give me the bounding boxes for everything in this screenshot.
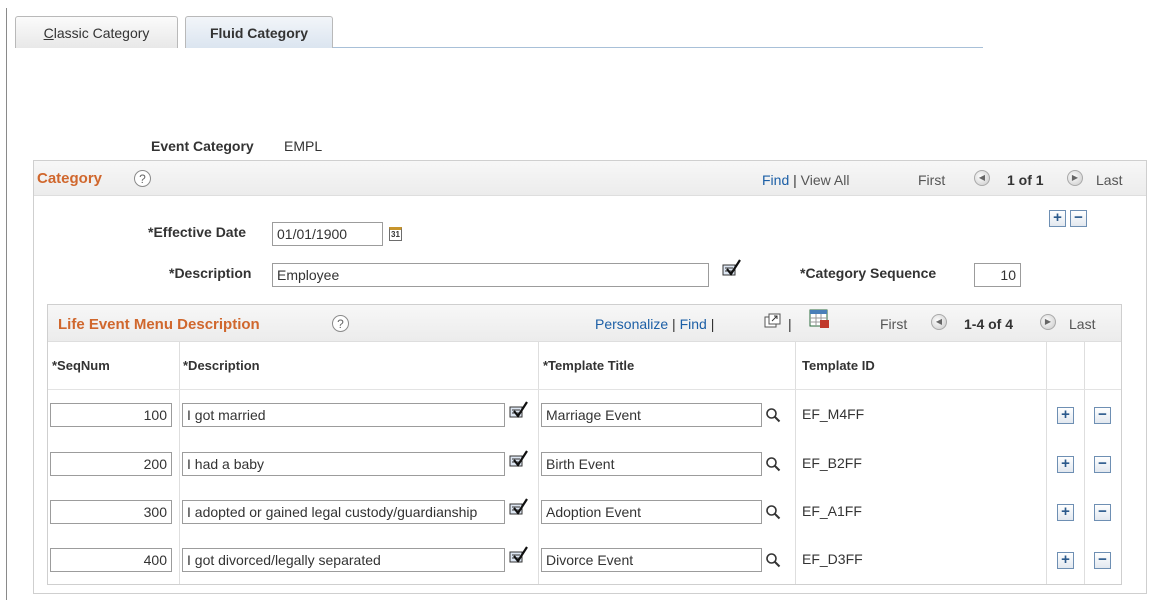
column-divider: [1046, 342, 1047, 584]
first-label: First: [918, 172, 946, 188]
column-divider: [179, 342, 180, 584]
template-id: EF_A1FF: [802, 503, 862, 519]
personalize-link[interactable]: Personalize: [595, 316, 668, 332]
next-arrow-icon[interactable]: ▶: [1067, 170, 1083, 186]
find-link[interactable]: Find: [680, 316, 707, 332]
effective-date-field[interactable]: [272, 222, 383, 246]
spell-check-icon[interactable]: [508, 546, 528, 564]
tab-classic-category[interactable]: Classic Category: [15, 16, 178, 48]
description-field[interactable]: [182, 452, 505, 476]
last-label: Last: [1096, 172, 1123, 188]
template-title-field[interactable]: [541, 500, 762, 524]
effective-date-label: *Effective Date: [148, 224, 247, 240]
column-header-template-id: Template ID: [802, 358, 875, 373]
seqnum-field[interactable]: [50, 548, 172, 572]
tab-classic-label-rest: lassic Category: [53, 25, 150, 41]
template-id: EF_M4FF: [802, 406, 865, 422]
first-label: First: [880, 316, 908, 332]
seqnum-field[interactable]: [50, 403, 172, 427]
seqnum-field[interactable]: [50, 500, 172, 524]
template-title-field[interactable]: [541, 548, 762, 572]
tab-access-key: C: [43, 25, 54, 41]
description-label: *Description: [169, 265, 252, 281]
find-link[interactable]: Find: [762, 172, 789, 188]
category-nav: Find | View All: [762, 172, 849, 188]
add-row-button[interactable]: +: [1049, 210, 1066, 227]
spell-check-icon[interactable]: [508, 450, 528, 468]
delete-row-button[interactable]: −: [1094, 552, 1111, 569]
tab-fluid-category[interactable]: Fluid Category: [185, 16, 333, 48]
row-divider: [48, 389, 1121, 390]
page-count: 1 of 1: [1007, 172, 1044, 188]
add-row-button[interactable]: +: [1057, 552, 1074, 569]
template-title-field[interactable]: [541, 403, 762, 427]
column-divider: [1084, 342, 1085, 584]
left-border: [6, 8, 7, 600]
category-sequence-label: *Category Sequence: [800, 265, 937, 281]
lookup-icon[interactable]: [765, 504, 781, 520]
description-field[interactable]: [272, 263, 709, 287]
event-category-label: Event Category: [151, 138, 254, 154]
category-title: Category: [37, 170, 103, 187]
separator: |: [672, 316, 676, 332]
grid-nav: Personalize | Find |: [595, 316, 714, 332]
delete-row-button[interactable]: −: [1094, 407, 1111, 424]
lookup-icon[interactable]: [765, 456, 781, 472]
column-divider: [538, 342, 539, 584]
spell-check-icon[interactable]: [508, 498, 528, 516]
tab-underline: [333, 47, 983, 48]
next-arrow-icon[interactable]: ▶: [1040, 314, 1056, 330]
add-row-button[interactable]: +: [1057, 456, 1074, 473]
add-row-button[interactable]: +: [1057, 407, 1074, 424]
column-header-template-title: *Template Title: [543, 358, 635, 373]
description-field[interactable]: [182, 548, 505, 572]
previous-arrow-icon[interactable]: ◀: [974, 170, 990, 186]
grid-title: Life Event Menu Description: [58, 316, 260, 333]
column-header-description: *Description: [183, 358, 260, 373]
previous-arrow-icon[interactable]: ◀: [931, 314, 947, 330]
add-row-button[interactable]: +: [1057, 504, 1074, 521]
seqnum-field[interactable]: [50, 452, 172, 476]
delete-row-button[interactable]: −: [1094, 504, 1111, 521]
download-to-excel-icon[interactable]: [809, 309, 831, 329]
separator: |: [710, 316, 715, 332]
separator: |: [788, 316, 792, 332]
last-label: Last: [1069, 316, 1096, 332]
help-icon[interactable]: ?: [134, 170, 151, 187]
calendar-icon[interactable]: 31: [389, 227, 402, 241]
spell-check-icon[interactable]: [508, 401, 528, 419]
description-field[interactable]: [182, 500, 505, 524]
lookup-icon[interactable]: [765, 407, 781, 423]
column-header-seqnum: *SeqNum: [52, 358, 110, 373]
event-category-value: EMPL: [284, 138, 323, 154]
help-icon[interactable]: ?: [332, 315, 349, 332]
page-count: 1-4 of 4: [964, 316, 1014, 332]
spell-check-icon[interactable]: [721, 259, 741, 277]
zoom-icon[interactable]: [764, 313, 782, 329]
category-sequence-field[interactable]: [974, 263, 1021, 287]
template-id: EF_D3FF: [802, 551, 863, 567]
lookup-icon[interactable]: [765, 552, 781, 568]
delete-row-button[interactable]: −: [1094, 456, 1111, 473]
description-field[interactable]: [182, 403, 505, 427]
view-all-link[interactable]: View All: [801, 172, 850, 188]
template-title-field[interactable]: [541, 452, 762, 476]
separator: |: [793, 172, 797, 188]
delete-row-button[interactable]: −: [1070, 210, 1087, 227]
template-id: EF_B2FF: [802, 455, 862, 471]
column-divider: [795, 342, 796, 584]
